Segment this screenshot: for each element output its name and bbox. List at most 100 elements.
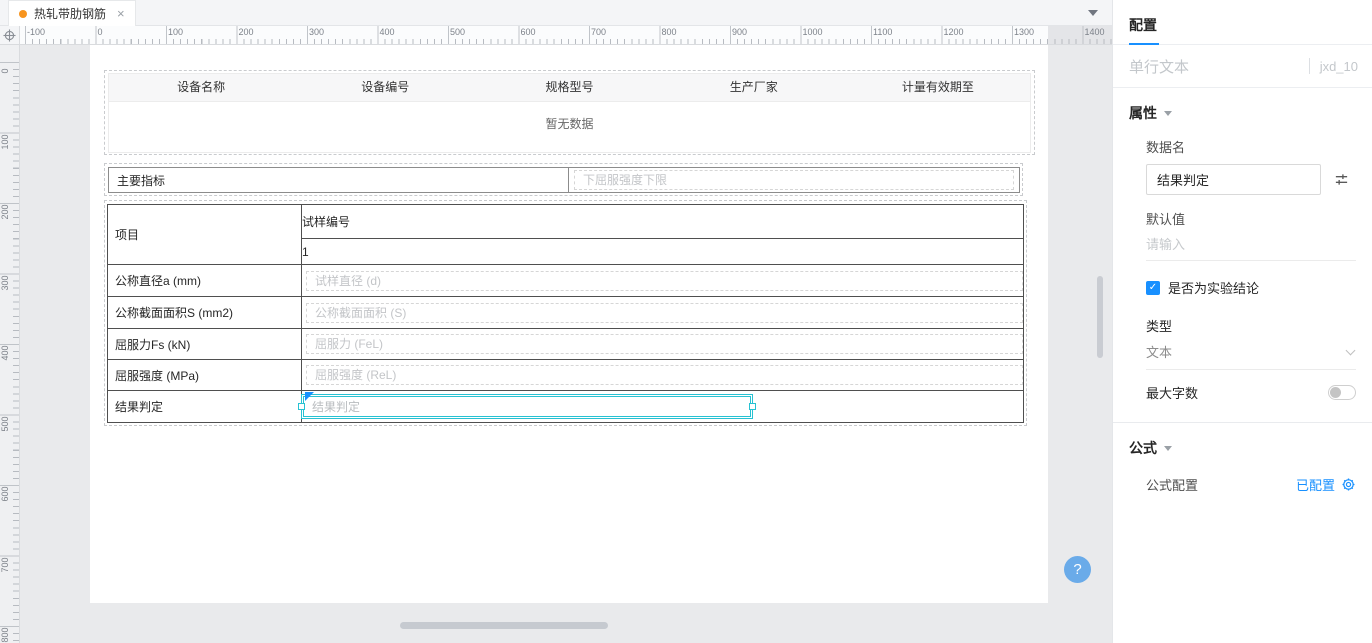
ruler-tick-label: 800 — [0, 621, 10, 643]
row-label: 屈服力Fs (kN) — [108, 329, 302, 360]
formula-configured-link[interactable]: 已配置 — [1296, 475, 1335, 494]
empty-data-text: 暂无数据 — [109, 102, 1030, 132]
form-table-component[interactable]: 项目 试样编号 1 公称直径a (mm) 公称截面面积S (mm2) — [104, 200, 1027, 426]
result-judgement-input[interactable] — [303, 396, 751, 417]
equipment-table-header-row: 设备名称 设备编号 规格型号 生产厂家 计量有效期至 — [109, 74, 1030, 102]
lower-yield-limit-input[interactable] — [574, 170, 1014, 190]
active-tab-underline — [1129, 43, 1159, 45]
tab-config[interactable]: 配置 — [1129, 15, 1157, 35]
ruler-tick-label: 300 — [309, 27, 324, 37]
selected-widget-outline[interactable] — [301, 394, 753, 419]
ruler-tick-label: 1300 — [1014, 27, 1034, 37]
max-chars-toggle[interactable] — [1328, 385, 1356, 400]
ruler-tick-label: 1000 — [803, 27, 823, 37]
ruler-tick-label: 500 — [0, 410, 10, 438]
ruler-tick-label: 0 — [0, 57, 10, 85]
ruler-tick-label: 900 — [732, 27, 747, 37]
selection-handle-left[interactable] — [298, 403, 305, 410]
formula-config-label: 公式配置 — [1146, 475, 1296, 494]
max-chars-row: 最大字数 — [1146, 383, 1356, 402]
diameter-input[interactable] — [306, 271, 1023, 291]
ruler-tick-label: 100 — [168, 27, 183, 37]
row-input-cell — [302, 265, 1024, 297]
design-canvas: -100010020030040050060070080090010001100… — [0, 26, 1112, 643]
ruler-tick-label: -100 — [27, 27, 45, 37]
ruler-corner[interactable] — [0, 26, 20, 45]
yield-force-input[interactable] — [306, 334, 1023, 354]
tab-label: 热轧带肋钢筋 — [34, 5, 106, 22]
result-row-input-cell — [302, 391, 1024, 423]
default-value-input[interactable] — [1146, 230, 1356, 261]
ruler-tick-label: 400 — [0, 339, 10, 367]
equipment-col-header: 生产厂家 — [662, 74, 846, 101]
form-page[interactable]: 设备名称 设备编号 规格型号 生产厂家 计量有效期至 暂无数据 主要指标 — [90, 45, 1048, 603]
row-input-cell — [302, 297, 1024, 329]
form-designer-app: 热轧带肋钢筋 × -100010020030040050060070080090… — [0, 0, 1372, 643]
sample-number-header-cell: 试样编号 — [302, 205, 1024, 239]
gear-icon[interactable] — [1341, 477, 1356, 492]
properties-panel: 配置 单行文本 jxd_10 属性 数据名 — [1112, 0, 1372, 643]
max-chars-label: 最大字数 — [1146, 383, 1198, 402]
formula-config-row: 公式配置 已配置 — [1146, 475, 1356, 494]
vertical-ruler: 0100200300400500600700800 — [0, 45, 20, 643]
conclusion-checkbox-row[interactable]: ✓ 是否为实验结论 — [1146, 278, 1356, 297]
equipment-col-header: 计量有效期至 — [846, 74, 1030, 101]
sample-number-value-cell[interactable]: 1 — [302, 239, 1024, 265]
section-area-input[interactable] — [306, 303, 1023, 323]
formula-section-header[interactable]: 公式 — [1129, 438, 1356, 458]
widget-id: jxd_10 — [1320, 59, 1358, 74]
conclusion-checkbox-label: 是否为实验结论 — [1168, 278, 1259, 297]
default-value-label: 默认值 — [1146, 209, 1356, 228]
result-row-label: 结果判定 — [108, 391, 302, 423]
widget-info-row: 单行文本 jxd_10 — [1113, 45, 1372, 88]
collapse-caret-icon — [1164, 111, 1172, 120]
attributes-group: 数据名 默认值 ✓ 是否为实验 — [1146, 137, 1356, 402]
equipment-col-header: 规格型号 — [477, 74, 661, 101]
tab-overflow-chevron-down-icon[interactable] — [1088, 10, 1098, 21]
collapse-caret-icon — [1164, 446, 1172, 455]
item-label-cell: 项目 — [108, 205, 302, 265]
vertical-scrollbar-thumb[interactable] — [1097, 276, 1103, 358]
row-label: 公称直径a (mm) — [108, 265, 302, 297]
indicator-table: 主要指标 — [108, 167, 1020, 193]
divider — [1309, 58, 1310, 74]
ruler-tick-label: 1100 — [873, 27, 892, 37]
yield-strength-input[interactable] — [306, 365, 1023, 385]
tab-active-form[interactable]: 热轧带肋钢筋 × — [8, 0, 136, 26]
indicator-input-cell — [569, 168, 1019, 192]
ruler-tick-label: 800 — [662, 27, 677, 37]
equipment-col-header: 设备编号 — [293, 74, 477, 101]
help-button[interactable]: ? — [1064, 556, 1091, 583]
ruler-tick-label: 600 — [0, 480, 10, 508]
checkbox-checked-icon[interactable]: ✓ — [1146, 281, 1160, 295]
panel-body: 属性 数据名 默认值 — [1113, 103, 1372, 494]
unsaved-dot-icon — [19, 10, 27, 18]
type-select[interactable]: 文本 — [1146, 335, 1356, 370]
ruler-tick-label: 100 — [0, 128, 10, 156]
ruler-tick-label: 300 — [0, 269, 10, 297]
equipment-table-component[interactable]: 设备名称 设备编号 规格型号 生产厂家 计量有效期至 暂无数据 — [104, 70, 1035, 155]
selection-handle-right[interactable] — [749, 403, 756, 410]
ruler-tick-label: 0 — [98, 27, 103, 37]
row-input-cell — [302, 329, 1024, 360]
close-icon[interactable]: × — [117, 6, 125, 21]
section-divider — [1113, 422, 1372, 423]
data-name-input[interactable] — [1146, 164, 1321, 195]
ruler-tick-label: 1400 — [1085, 27, 1105, 37]
type-label: 类型 — [1146, 316, 1356, 335]
row-label: 屈服强度 (MPa) — [108, 360, 302, 391]
indicator-row-component[interactable]: 主要指标 — [104, 163, 1023, 196]
data-name-label: 数据名 — [1146, 137, 1356, 156]
ruler-tick-label: 1200 — [944, 27, 964, 37]
data-name-row — [1146, 164, 1356, 195]
ruler-tick-label: 600 — [521, 27, 536, 37]
widget-type-name: 单行文本 — [1129, 56, 1309, 77]
attributes-section-header[interactable]: 属性 — [1129, 103, 1356, 123]
adjust-sliders-icon[interactable] — [1334, 172, 1349, 187]
form-table: 项目 试样编号 1 公称直径a (mm) 公称截面面积S (mm2) — [107, 204, 1024, 423]
type-select-value: 文本 — [1146, 342, 1347, 361]
ruler-tick-label: 200 — [239, 27, 254, 37]
horizontal-ruler: -100010020030040050060070080090010001100… — [20, 26, 1112, 45]
ruler-tick-label: 500 — [450, 27, 465, 37]
horizontal-scrollbar-thumb[interactable] — [400, 622, 608, 629]
